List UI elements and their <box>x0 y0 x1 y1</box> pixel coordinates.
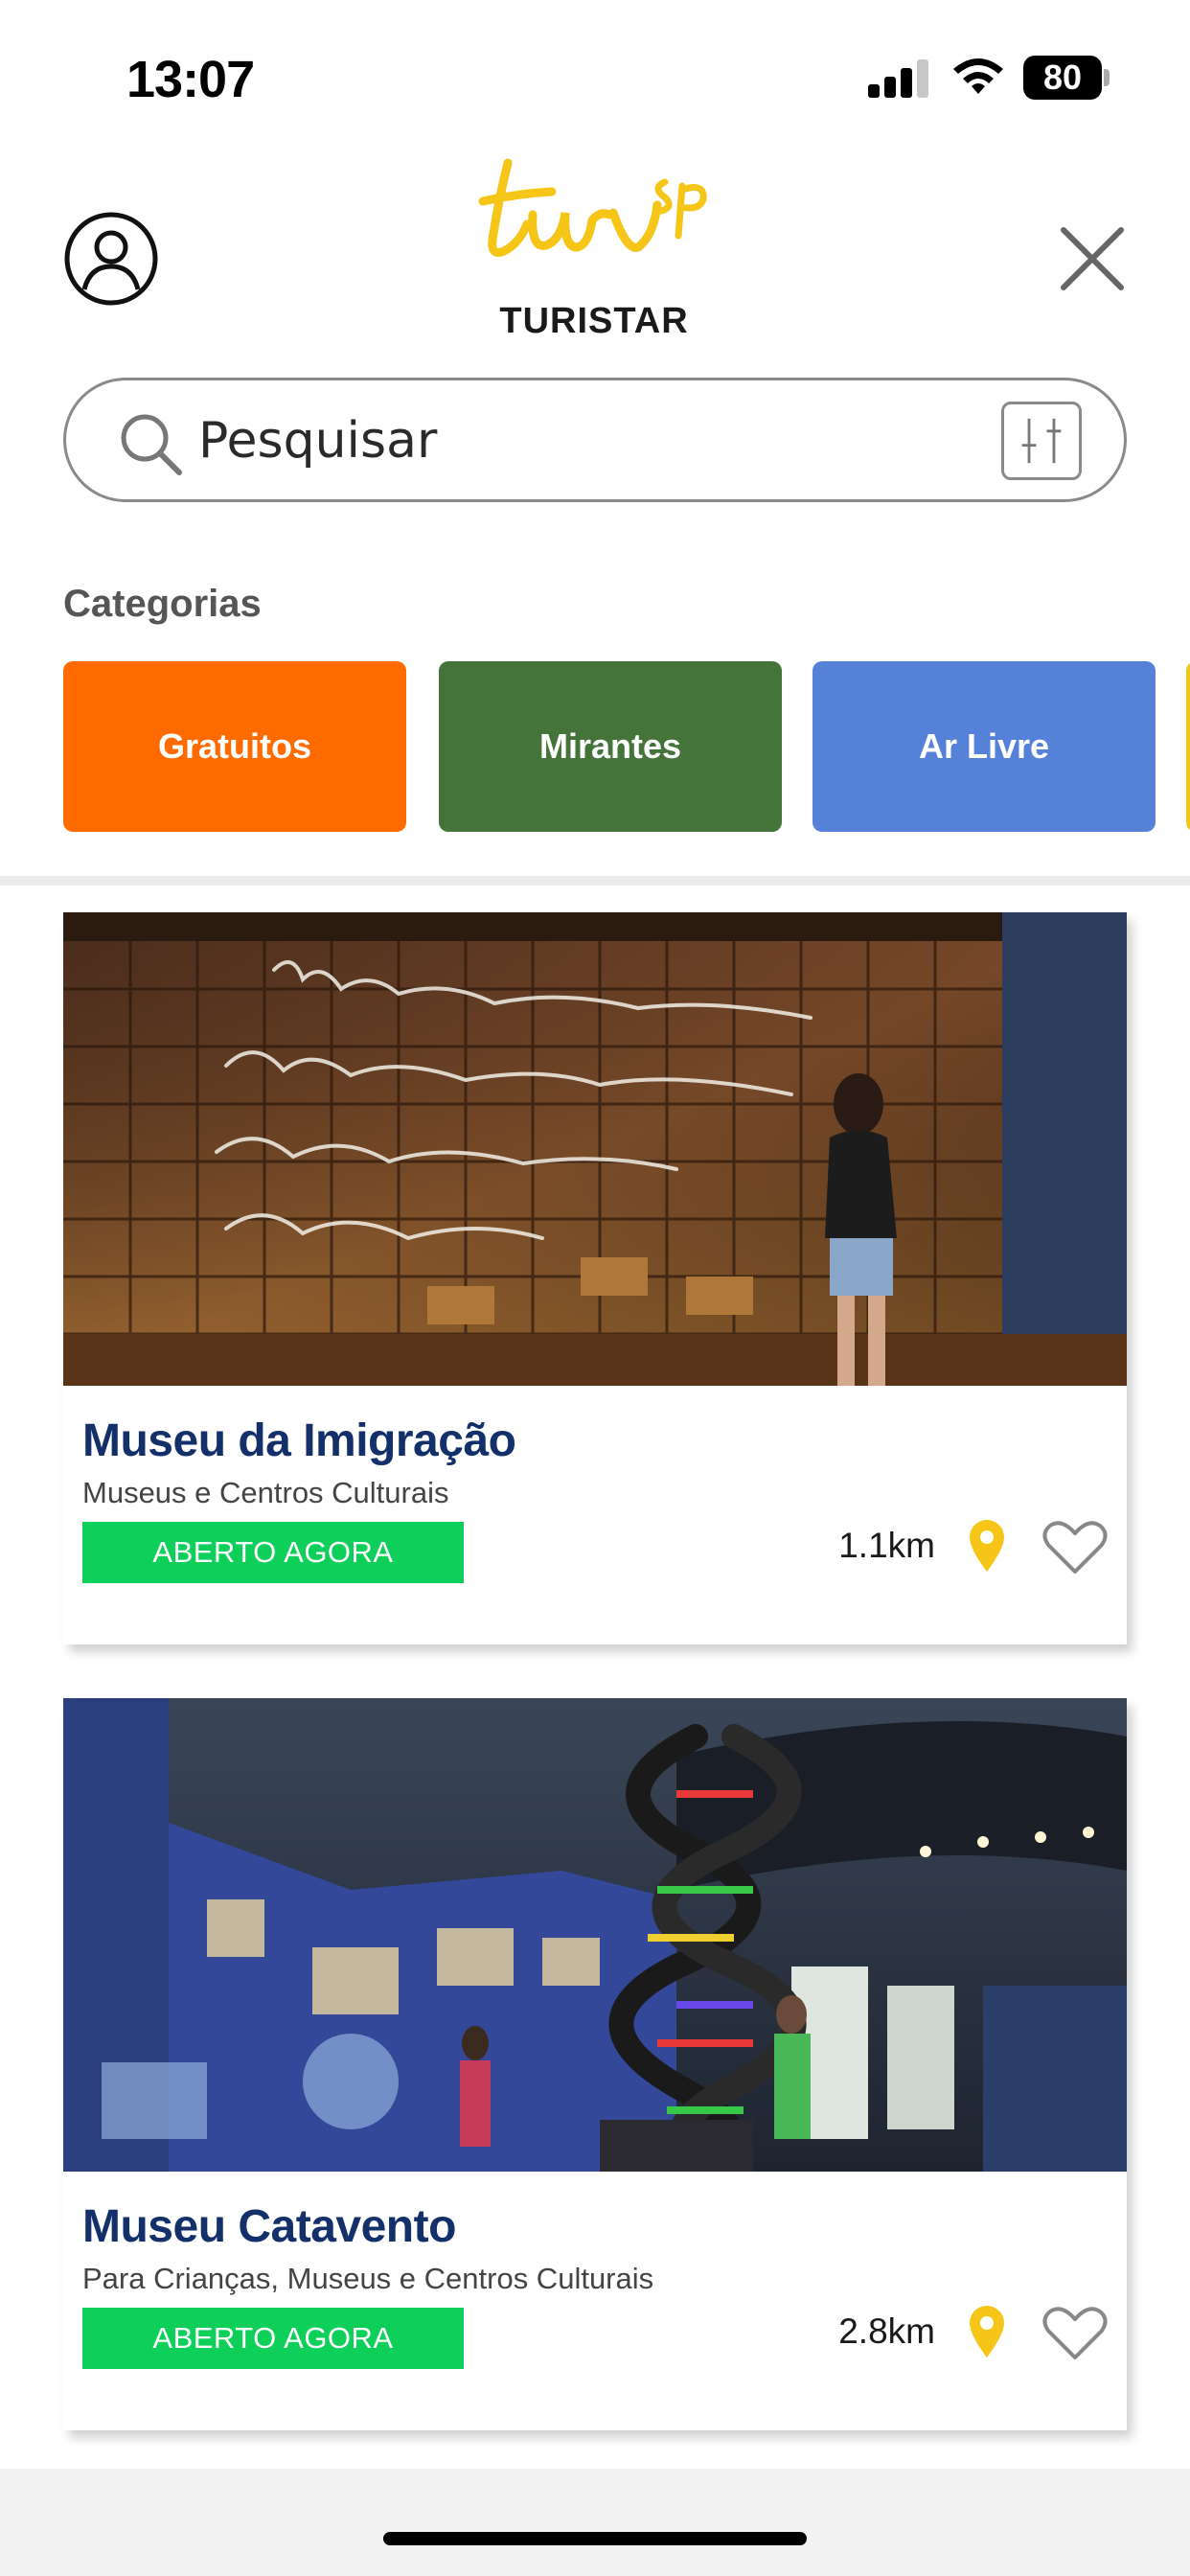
favorite-heart-icon[interactable] <box>1041 1518 1110 1576</box>
place-category: Museus e Centros Culturais <box>82 1476 449 1509</box>
wifi-icon <box>953 58 1003 94</box>
status-time: 13:07 <box>126 51 255 108</box>
categories-title: Categorias <box>63 583 262 625</box>
place-distance: 2.8km <box>838 2312 935 2351</box>
place-card[interactable]: Museu Catavento Para Crianças, Museus e … <box>63 1698 1127 2430</box>
profile-icon[interactable] <box>63 211 159 307</box>
bottom-bar <box>0 2469 1190 2576</box>
status-bar: 13:07 80 <box>0 0 1190 144</box>
category-ar-livre[interactable]: Ar Livre <box>812 661 1156 832</box>
close-icon[interactable] <box>1058 224 1127 293</box>
location-pin-icon[interactable] <box>966 1516 1008 1574</box>
location-pin-icon[interactable] <box>966 2302 1008 2359</box>
search-icon <box>121 414 182 475</box>
filter-icon[interactable] <box>1001 402 1082 480</box>
place-photo <box>63 1698 1127 2172</box>
battery-level: 80 <box>1023 56 1102 100</box>
place-photo <box>63 912 1127 1386</box>
search-input[interactable] <box>198 407 1003 474</box>
tursp-logo <box>478 158 707 257</box>
favorite-heart-icon[interactable] <box>1041 2304 1110 2361</box>
open-status-badge: ABERTO AGORA <box>82 2308 464 2369</box>
open-status-badge: ABERTO AGORA <box>82 1522 464 1583</box>
section-divider <box>0 876 1190 886</box>
place-title[interactable]: Museu Catavento <box>82 2200 456 2253</box>
search-bar[interactable] <box>63 378 1127 502</box>
place-title[interactable]: Museu da Imigração <box>82 1414 516 1467</box>
place-card[interactable]: Museu da Imigração Museus e Centros Cult… <box>63 912 1127 1644</box>
signal-strength-icon <box>868 59 929 98</box>
place-category: Para Crianças, Museus e Centros Culturai… <box>82 2262 654 2295</box>
category-mirantes[interactable]: Mirantes <box>439 661 782 832</box>
home-indicator[interactable] <box>383 2532 807 2545</box>
category-list[interactable]: Gratuitos Mirantes Ar Livre <box>63 661 1190 834</box>
category-partial[interactable] <box>1186 661 1190 832</box>
category-gratuitos[interactable]: Gratuitos <box>63 661 406 832</box>
brand-name: TURISTAR <box>499 301 689 341</box>
battery-icon: 80 <box>1023 56 1110 100</box>
place-distance: 1.1km <box>838 1526 935 1565</box>
